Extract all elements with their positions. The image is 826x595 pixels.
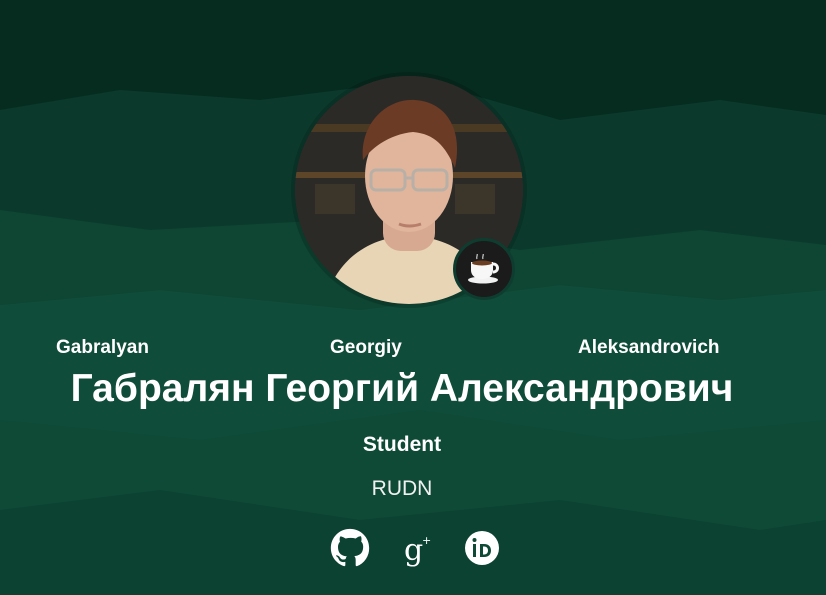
- orcid-icon[interactable]: [462, 528, 502, 568]
- github-icon[interactable]: [330, 528, 370, 568]
- svg-text:+: +: [422, 534, 431, 547]
- full-name-heading: Габралян Георгий Александрович: [70, 367, 734, 410]
- role-label: Student: [362, 433, 442, 456]
- given-name-latin: Georgiy: [330, 337, 402, 358]
- surname-latin: Gabralyan: [56, 337, 149, 358]
- google-scholar-icon[interactable]: g +: [396, 528, 436, 568]
- organization-label: RUDN: [371, 477, 433, 500]
- coffee-cup-icon: [453, 238, 515, 300]
- svg-text:g: g: [404, 533, 423, 568]
- patronymic-latin: Aleksandrovich: [578, 337, 720, 358]
- profile-links: g +: [330, 528, 502, 568]
